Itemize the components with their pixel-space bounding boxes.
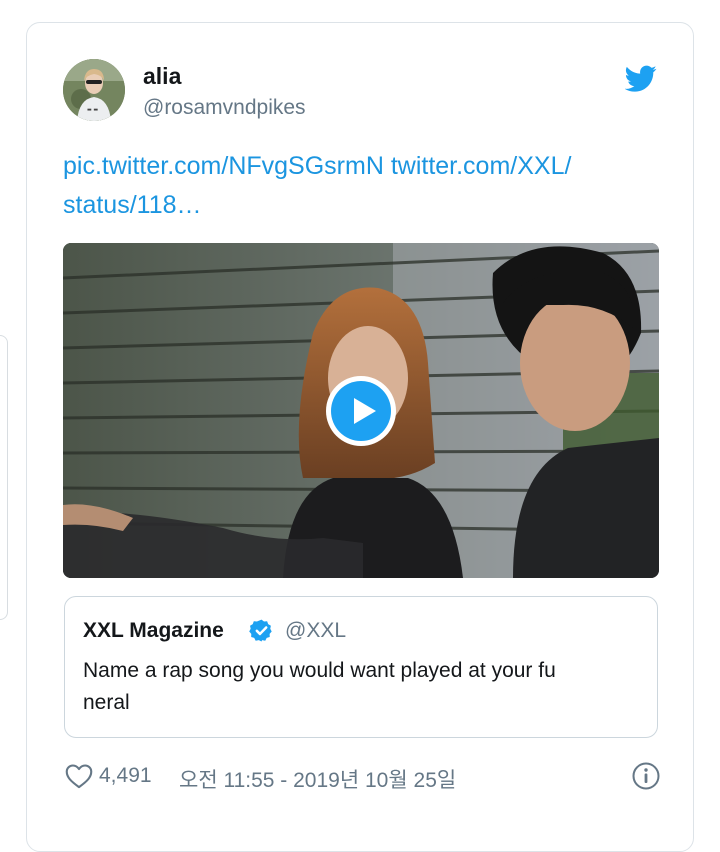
heart-icon[interactable] bbox=[65, 763, 93, 789]
svg-text:▬ ▬: ▬ ▬ bbox=[87, 107, 98, 113]
quoted-display-name[interactable]: XXL Magazine bbox=[83, 619, 224, 643]
display-name[interactable]: alia bbox=[143, 63, 181, 90]
user-handle[interactable]: @rosamvndpikes bbox=[143, 96, 306, 120]
twitter-bird-icon[interactable] bbox=[625, 65, 657, 93]
tweet-timestamp[interactable]: 오전 11:55 - 2019년 10월 25일 bbox=[179, 764, 456, 794]
avatar[interactable]: ▬ ▬ bbox=[63, 59, 125, 121]
play-button[interactable] bbox=[326, 376, 396, 446]
quoted-text-line: neral bbox=[83, 691, 130, 714]
quoted-handle[interactable]: @XXL bbox=[285, 619, 346, 643]
embedded-tweet-card: ▬ ▬ alia @rosamvndpikes pic.twitter.com/… bbox=[26, 22, 694, 852]
tweet-text-line[interactable]: status/118… bbox=[63, 186, 673, 225]
video-player[interactable] bbox=[63, 243, 659, 578]
verified-badge-icon bbox=[249, 619, 272, 642]
tweet-footer: 4,491 오전 11:55 - 2019년 10월 25일 bbox=[65, 761, 661, 794]
info-icon[interactable] bbox=[631, 761, 661, 791]
side-drawer-handle[interactable] bbox=[0, 335, 8, 620]
quoted-tweet[interactable]: XXL Magazine @XXL Name a rap song you wo… bbox=[64, 596, 658, 738]
tweet-text[interactable]: pic.twitter.com/NFvgSGsrmN twitter.com/X… bbox=[63, 147, 673, 225]
quoted-text-line: Name a rap song you would want played at… bbox=[83, 659, 556, 682]
play-icon[interactable] bbox=[326, 376, 396, 446]
tweet-text-line[interactable]: pic.twitter.com/NFvgSGsrmN twitter.com/X… bbox=[63, 147, 673, 186]
quoted-tweet-text: Name a rap song you would want played at… bbox=[83, 655, 643, 719]
like-count[interactable]: 4,491 bbox=[99, 764, 152, 788]
